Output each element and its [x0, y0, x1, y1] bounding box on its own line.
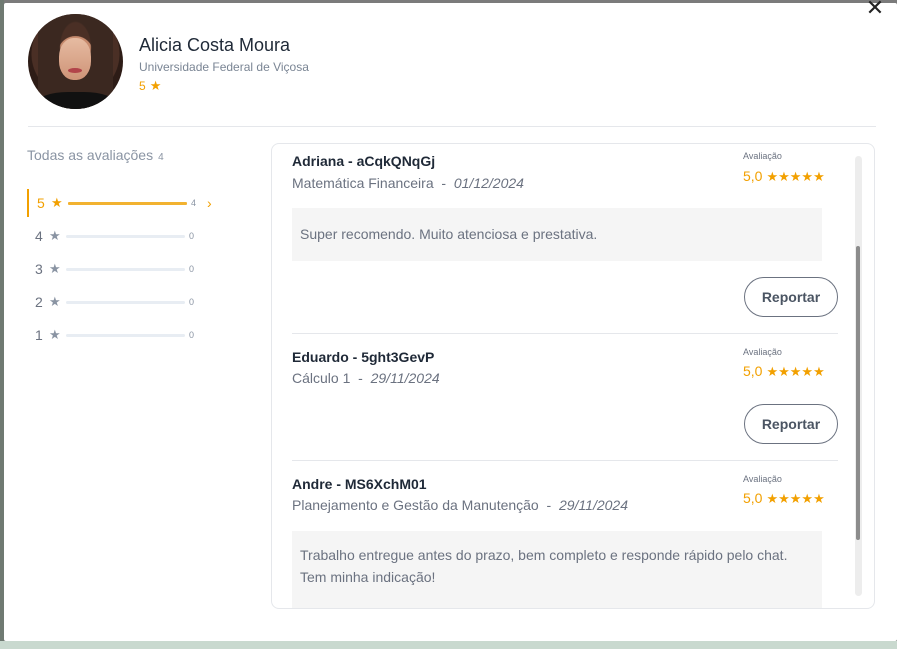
rating-filter-label: 4: [35, 228, 43, 244]
review-divider: [292, 333, 838, 334]
report-button[interactable]: Reportar: [744, 277, 838, 317]
review-score-label: Avaliação: [743, 347, 782, 357]
review-date: 01/12/2024: [453, 175, 524, 191]
all-reviews-count: 4: [158, 152, 164, 163]
review-course-name: Cálculo 1: [292, 370, 351, 386]
rating-filter-label: 1: [35, 327, 43, 343]
rating-bar: [66, 334, 185, 337]
header-divider: [28, 126, 876, 127]
star-icon: ★: [49, 294, 61, 309]
rating-bar: [66, 301, 185, 304]
review-course: Cálculo 1 - 29/11/2024: [292, 370, 440, 386]
review-course: Planejamento e Gestão da Manutenção - 29…: [292, 497, 628, 513]
review-score-value: 5,0: [743, 363, 763, 379]
rating-filter-count: 0: [189, 231, 195, 241]
rating-filter-3[interactable]: 3 ★ 0: [27, 255, 217, 283]
review-score-value: 5,0: [743, 168, 763, 184]
review-score-label: Avaliação: [743, 474, 782, 484]
rating-bar: [68, 202, 187, 205]
review-text: Trabalho entregue antes do prazo, bem co…: [292, 531, 822, 608]
review-score: 5,0 ★★★★★: [743, 490, 825, 507]
rating-filter-4[interactable]: 4 ★ 0: [27, 222, 217, 250]
star-icon: ★★★★★: [766, 491, 825, 506]
review-divider: [292, 460, 838, 461]
rating-filter-label: 3: [35, 261, 43, 277]
tutor-rating-value: 5: [139, 79, 146, 93]
star-icon: ★: [49, 261, 61, 276]
review-date: 29/11/2024: [370, 370, 440, 386]
review-author: Eduardo - 5ght3GevP: [292, 349, 435, 365]
review-score: 5,0 ★★★★★: [743, 168, 825, 185]
scrollbar[interactable]: [855, 156, 862, 596]
review-text: Super recomendo. Muito atenciosa e prest…: [292, 208, 822, 261]
review-date: 29/11/2024: [558, 497, 628, 513]
review-course: Matemática Financeira - 01/12/2024: [292, 175, 524, 191]
avatar: [28, 14, 123, 109]
report-button[interactable]: Reportar: [744, 404, 838, 444]
star-icon: ★★★★★: [766, 169, 825, 184]
review-author: Adriana - aCqkQNqGj: [292, 153, 436, 169]
rating-bar: [66, 268, 185, 271]
reviews-modal: ✕ Alicia Costa Moura Universidade Federa…: [4, 0, 897, 641]
rating-filter-count: 0: [189, 264, 195, 274]
rating-filter-label: 5: [37, 195, 45, 211]
tutor-rating: 5 ★: [139, 78, 161, 94]
tutor-university: Universidade Federal de Viçosa: [139, 60, 309, 74]
star-icon: ★: [149, 78, 162, 93]
star-icon: ★★★★★: [766, 364, 825, 379]
review-score-value: 5,0: [743, 490, 763, 506]
review-author: Andre - MS6XchM01: [292, 476, 427, 492]
backdrop-bottom: [0, 641, 897, 649]
reviews-list[interactable]: Adriana - aCqkQNqGj Matemática Financeir…: [271, 143, 875, 609]
chevron-right-icon: ›: [207, 195, 212, 211]
scrollbar-thumb[interactable]: [856, 246, 860, 540]
rating-filter-count: 0: [189, 330, 195, 340]
review-separator: -: [441, 175, 447, 191]
review-separator: -: [546, 497, 552, 513]
rating-filter-label: 2: [35, 294, 43, 310]
rating-filter-2[interactable]: 2 ★ 0: [27, 288, 217, 316]
tutor-name: Alicia Costa Moura: [139, 35, 291, 55]
review-score: 5,0 ★★★★★: [743, 363, 825, 380]
rating-bar: [66, 235, 185, 238]
review-separator: -: [358, 370, 363, 386]
close-icon[interactable]: ✕: [863, 0, 887, 19]
review-course-name: Planejamento e Gestão da Manutenção: [292, 497, 539, 513]
review-course-name: Matemática Financeira: [292, 175, 434, 191]
star-icon: ★: [49, 327, 61, 342]
rating-filter-count: 4: [191, 198, 197, 208]
rating-filter-count: 0: [189, 297, 195, 307]
rating-filter-5[interactable]: 5 ★ 4 ›: [27, 189, 219, 217]
all-reviews-filter[interactable]: Todas as avaliações 4: [27, 147, 164, 163]
star-icon: ★: [49, 228, 61, 243]
star-icon: ★: [51, 195, 63, 210]
all-reviews-label: Todas as avaliações: [27, 147, 154, 163]
rating-filter-1[interactable]: 1 ★ 0: [27, 321, 217, 349]
review-score-label: Avaliação: [743, 151, 782, 161]
